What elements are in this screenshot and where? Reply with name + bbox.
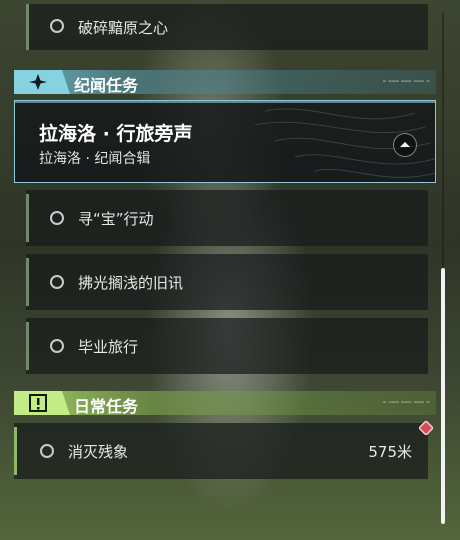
collapse-arrow-icon[interactable] bbox=[393, 133, 417, 157]
scrollbar-thumb[interactable] bbox=[441, 268, 445, 524]
featured-title: 拉海洛 · 行旅旁声 bbox=[39, 123, 193, 145]
quest-label: 破碎黯原之心 bbox=[78, 19, 169, 37]
quest-status-circle-icon bbox=[50, 275, 64, 289]
section-header-story: 纪闻任务 ═ ═══ ═══ ═══ ═ bbox=[14, 70, 436, 95]
quest-label: 消灭残象 bbox=[68, 443, 129, 461]
sparkle-icon bbox=[29, 74, 47, 90]
daily-quest-item[interactable]: 消灭残象 575米 bbox=[14, 423, 428, 479]
quest-status-circle-icon bbox=[50, 19, 64, 33]
section-title: 纪闻任务 bbox=[74, 76, 139, 95]
quest-item[interactable]: 寻“宝”行动 bbox=[26, 190, 428, 246]
featured-subtitle: 拉海洛 · 纪闻合辑 bbox=[39, 151, 151, 167]
quest-accent-bar bbox=[14, 427, 17, 475]
quest-accent-bar bbox=[26, 4, 29, 50]
quest-label: 毕业旅行 bbox=[78, 338, 139, 356]
quest-label: 拂光搁浅的旧讯 bbox=[78, 274, 184, 292]
quest-item[interactable]: 拂光搁浅的旧讯 bbox=[26, 254, 428, 310]
section-tag-decoration: ═ ═══ ═══ ═══ ═ bbox=[383, 400, 430, 406]
quest-item[interactable]: 破碎黯原之心 bbox=[26, 4, 428, 50]
quest-accent-bar bbox=[26, 322, 29, 370]
quest-status-circle-icon bbox=[50, 339, 64, 353]
diamond-marker-icon bbox=[417, 419, 435, 437]
featured-quest-card[interactable]: 拉海洛 · 行旅旁声 拉海洛 · 纪闻合辑 bbox=[14, 100, 436, 183]
quest-accent-bar bbox=[26, 258, 29, 306]
section-tag-decoration: ═ ═══ ═══ ═══ ═ bbox=[383, 79, 430, 85]
quest-status-circle-icon bbox=[50, 211, 64, 225]
section-header-daily: 日常任务 ═ ═══ ═══ ═══ ═ bbox=[14, 391, 436, 416]
quest-accent-bar bbox=[26, 194, 29, 242]
quest-status-circle-icon bbox=[40, 444, 54, 458]
quest-item[interactable]: 毕业旅行 bbox=[26, 318, 428, 374]
quest-distance: 575米 bbox=[368, 443, 412, 461]
section-title: 日常任务 bbox=[74, 397, 139, 416]
exclamation-box-icon bbox=[29, 394, 47, 412]
quest-label: 寻“宝”行动 bbox=[78, 210, 154, 228]
